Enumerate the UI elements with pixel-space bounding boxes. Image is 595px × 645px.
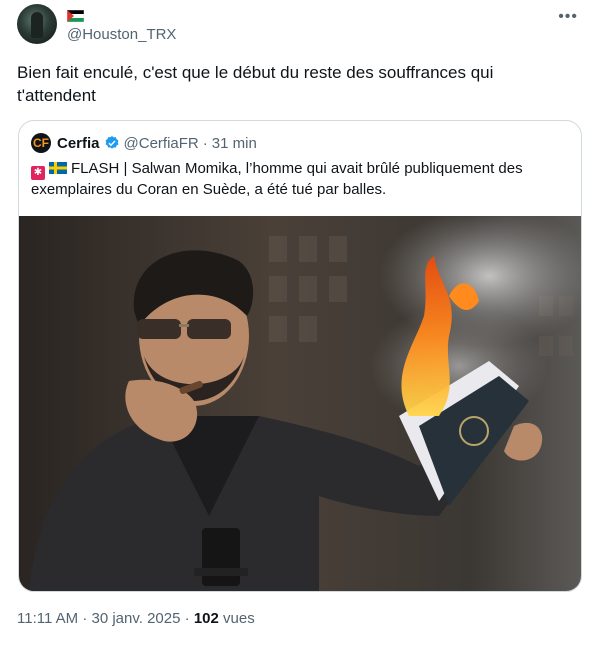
dot-separator: · — [184, 610, 190, 627]
views-count: 102 — [193, 610, 219, 627]
palestine-flag-icon — [67, 10, 84, 22]
news-photo[interactable] — [19, 216, 582, 592]
tweet-footer: 11:11 AM · 30 janv. 2025 · 102 vues — [17, 610, 255, 627]
quoted-handle[interactable]: @CerfiaFR — [124, 135, 199, 152]
quoted-text-block: ✱ FLASH | Salwan Momika, l’homme qui avai… — [31, 159, 571, 200]
author-handle[interactable]: @Houston_TRX — [67, 26, 176, 43]
avatar-figure — [31, 12, 43, 38]
quoted-header: CF Cerfia @CerfiaFR · 31 min — [31, 133, 257, 153]
quoted-time[interactable]: 31 min — [212, 135, 257, 152]
quoted-name[interactable]: Cerfia — [57, 135, 100, 152]
views-label: vues — [223, 610, 255, 627]
alarm-emoji-icon: ✱ — [31, 166, 45, 180]
more-options-icon[interactable]: ••• — [558, 8, 578, 26]
author-avatar[interactable] — [17, 4, 57, 44]
dot-separator: · — [82, 610, 88, 627]
verified-badge-icon — [105, 136, 118, 149]
cerfia-avatar[interactable]: CF — [31, 133, 51, 153]
tweet-time[interactable]: 11:11 AM — [17, 610, 78, 627]
sweden-flag-icon — [49, 162, 67, 174]
quoted-tweet[interactable]: CF Cerfia @CerfiaFR · 31 min ✱ FLASH | Sa… — [18, 120, 582, 592]
tweet-date[interactable]: 30 janv. 2025 — [92, 610, 181, 627]
tweet-text: Bien fait enculé, c'est que le début du … — [17, 63, 494, 105]
quoted-text: FLASH | Salwan Momika, l’homme qui avait… — [31, 160, 523, 198]
dot-separator: · — [202, 134, 208, 152]
